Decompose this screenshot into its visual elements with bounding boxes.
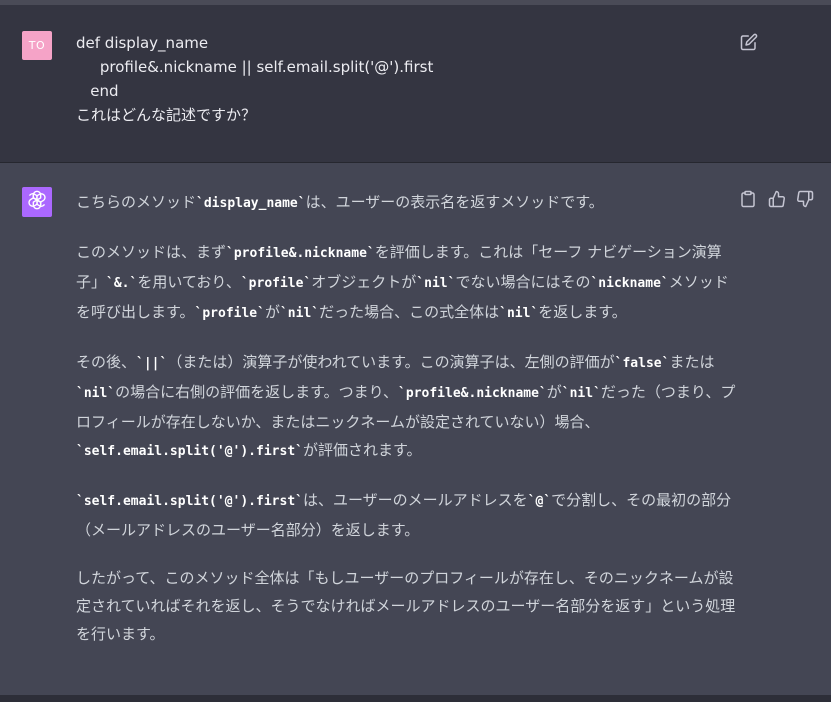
thumbs-up-icon[interactable] [768, 190, 786, 208]
inline-code: `self.email.split('@').first` [76, 444, 303, 459]
inline-code: `nickname` [590, 276, 669, 291]
answer-text: こちらのメソッド [76, 193, 197, 211]
inline-code: `profile` [194, 306, 265, 321]
bottom-edge [0, 695, 831, 702]
edit-icon[interactable] [740, 33, 758, 51]
answer-text: だった場合、この式全体は [319, 303, 500, 321]
user-message-line: これはどんな記述ですか？ [76, 106, 257, 124]
user-avatar-initials: TO [28, 39, 46, 52]
answer-text: または [669, 353, 715, 371]
answer-paragraph: `self.email.split('@').first`は、ユーザーのメールア… [76, 486, 736, 544]
user-message-text: def display_name profile&.nickname || se… [76, 31, 716, 127]
answer-text: が [264, 303, 280, 321]
user-message-line: profile&.nickname || self.email.split('@… [76, 58, 434, 76]
inline-code: `profile` [240, 276, 312, 291]
answer-text: このメソッドは、まず [76, 243, 227, 261]
answer-text: は、ユーザーのメールアドレスを [302, 491, 528, 509]
inline-code: `@` [527, 494, 552, 509]
assistant-avatar [22, 187, 52, 217]
inline-code: `nil` [416, 276, 456, 291]
answer-text: を用いており、 [137, 273, 241, 291]
inline-code: `&.` [106, 276, 138, 291]
inline-code: `display_name` [196, 196, 306, 211]
openai-logo-icon [26, 189, 48, 215]
answer-text: が評価されます。 [302, 441, 422, 459]
inline-code: `nil` [499, 306, 539, 321]
inline-code: `false` [614, 356, 670, 371]
answer-text: の場合に右側の評価を返します。つまり、 [115, 383, 399, 401]
answer-text: オブジェクトが [311, 273, 417, 291]
inline-code: `nil` [561, 386, 601, 401]
answer-paragraph: その後、`||`（または）演算子が使われています。この演算子は、左側の評価が`f… [76, 348, 736, 466]
answer-text: が [546, 383, 562, 401]
answer-text: は、ユーザーの表示名を返すメソッドです。 [305, 193, 604, 211]
answer-text: したがって、このメソッド全体は「もしユーザーのプロフィールが存在し、そのニックネ… [76, 569, 736, 643]
answer-text: を返します。 [538, 303, 627, 321]
inline-code: `||` [136, 356, 168, 371]
user-message-line: end [76, 82, 119, 100]
user-avatar: TO [22, 31, 52, 60]
inline-code: `profile&.nickname` [398, 386, 547, 401]
assistant-message-text: こちらのメソッド`display_name`は、ユーザーの表示名を返すメソッドで… [76, 188, 736, 668]
answer-paragraph: したがって、このメソッド全体は「もしユーザーのプロフィールが存在し、そのニックネ… [76, 564, 736, 648]
message-actions [739, 190, 819, 210]
inline-code: `nil` [76, 386, 116, 401]
inline-code: `self.email.split('@').first` [76, 494, 303, 509]
thumbs-down-icon[interactable] [796, 190, 814, 208]
answer-text: でない場合にはその [455, 273, 591, 291]
user-message-line: def display_name [76, 34, 209, 52]
clipboard-icon[interactable] [739, 190, 757, 208]
inline-code: `profile&.nickname` [226, 246, 375, 261]
answer-text: その後、 [76, 353, 137, 371]
answer-paragraph: こちらのメソッド`display_name`は、ユーザーの表示名を返すメソッドで… [76, 188, 736, 218]
inline-code: `nil` [279, 306, 320, 321]
answer-paragraph: このメソッドは、まず`profile&.nickname`を評価します。これは「… [76, 238, 736, 328]
answer-text: （または）演算子が使われています。この演算子は、左側の評価が [167, 353, 615, 371]
